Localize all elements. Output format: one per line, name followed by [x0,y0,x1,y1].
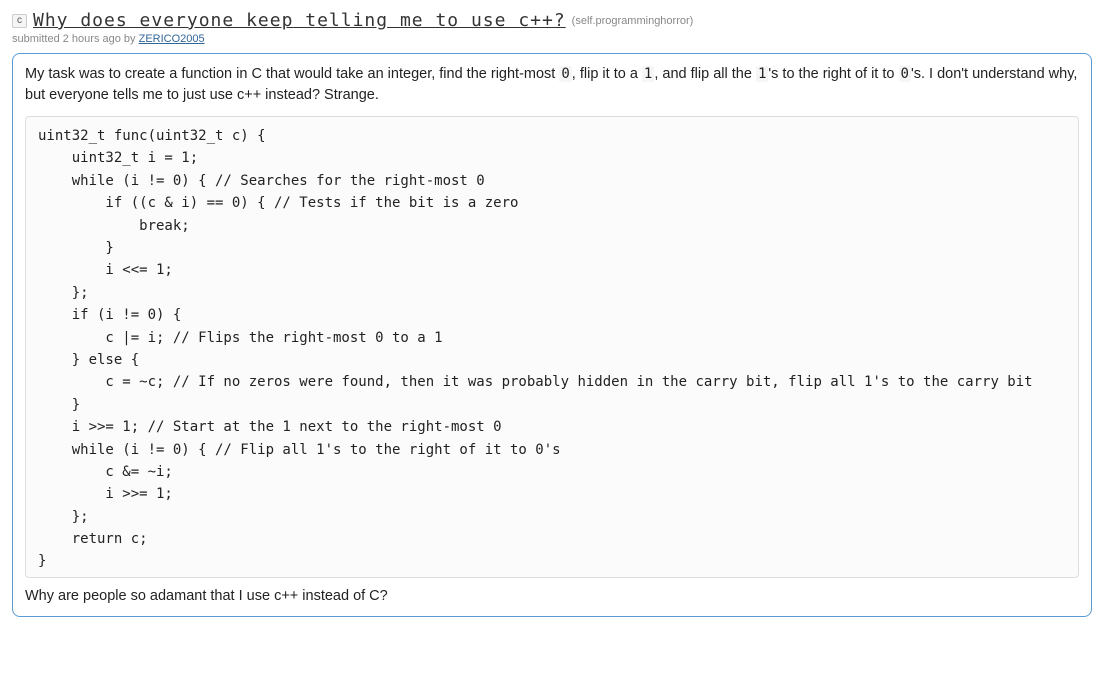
submitted-label: submitted [12,33,63,45]
post-header: c Why does everyone keep telling me to u… [12,10,1092,31]
intro-text: My task was to create a function in C th… [25,66,559,82]
inline-code: 0 [899,66,911,82]
post-tagline: submitted 2 hours ago by ZERICO2005 [12,33,1092,45]
inline-code: 0 [559,66,571,82]
post-body-box: My task was to create a function in C th… [12,53,1092,617]
by-label: by [121,33,139,45]
link-flair[interactable]: c [12,14,27,28]
code-block[interactable]: uint32_t func(uint32_t c) { uint32_t i =… [26,117,1078,577]
post-title[interactable]: Why does everyone keep telling me to use… [33,10,566,31]
inline-code: 1 [756,66,768,82]
post-age: 2 hours ago [63,33,121,45]
inline-code: 1 [642,66,654,82]
intro-text: 's to the right of it to [768,66,898,82]
intro-text: , and flip all the [654,66,756,82]
post-intro: My task was to create a function in C th… [25,64,1079,106]
author-link[interactable]: ZERICO2005 [139,33,205,45]
intro-text: , flip it to a [572,66,642,82]
code-block-wrap: uint32_t func(uint32_t c) { uint32_t i =… [25,116,1079,578]
post-outro: Why are people so adamant that I use c++… [25,588,1079,604]
post-domain[interactable]: (self.programminghorror) [572,15,694,27]
